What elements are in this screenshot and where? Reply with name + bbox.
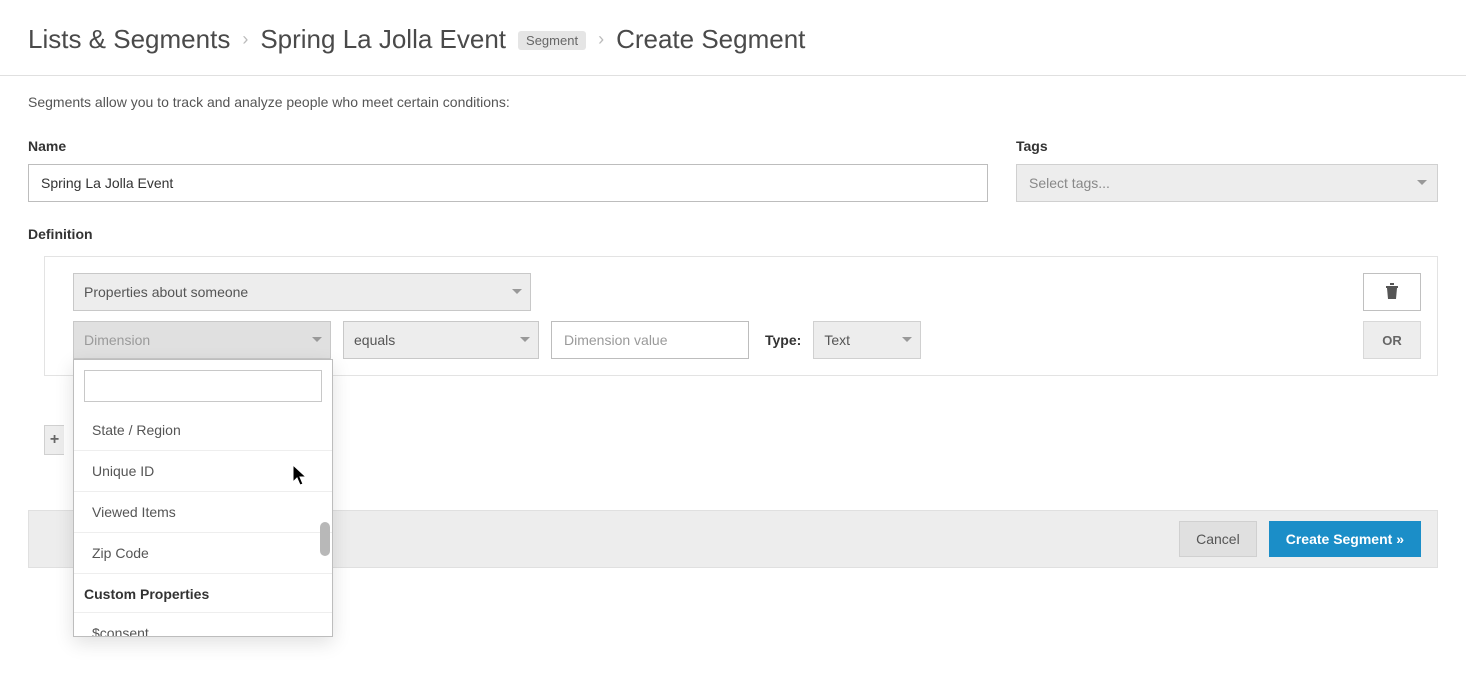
intro-text: Segments allow you to track and analyze … bbox=[28, 94, 1438, 110]
breadcrumb-current: Create Segment bbox=[616, 24, 805, 55]
dimension-search-input[interactable] bbox=[84, 370, 322, 402]
dimension-option-viewed-items[interactable]: Viewed Items bbox=[74, 492, 332, 533]
chevron-right-icon: › bbox=[242, 29, 248, 50]
caret-down-icon bbox=[902, 337, 912, 343]
create-segment-button[interactable]: Create Segment » bbox=[1269, 521, 1421, 557]
dimension-option-state-region[interactable]: State / Region bbox=[74, 410, 332, 451]
caret-down-icon bbox=[520, 337, 530, 343]
breadcrumb-segment-name[interactable]: Spring La Jolla Event bbox=[260, 24, 506, 55]
chevron-right-icon: › bbox=[598, 29, 604, 50]
dimension-group-custom-properties: Custom Properties bbox=[74, 574, 332, 613]
caret-down-icon bbox=[312, 337, 322, 343]
operator-value: equals bbox=[354, 332, 395, 348]
caret-down-icon bbox=[512, 289, 522, 295]
dimension-dropdown[interactable]: Dimension State / Region Unique ID Viewe… bbox=[73, 321, 331, 359]
breadcrumb: Lists & Segments › Spring La Jolla Event… bbox=[0, 0, 1466, 76]
trash-icon bbox=[1385, 283, 1399, 302]
definition-card: Properties about someone bbox=[44, 256, 1438, 376]
delete-condition-button[interactable] bbox=[1363, 273, 1421, 311]
plus-icon: + bbox=[50, 431, 59, 449]
dimension-value-input[interactable] bbox=[551, 321, 749, 359]
tags-select[interactable]: Select tags... bbox=[1016, 164, 1438, 202]
name-input[interactable] bbox=[28, 164, 988, 202]
add-condition-button[interactable]: + bbox=[44, 425, 64, 455]
type-label: Type: bbox=[765, 332, 801, 348]
condition-type-value: Properties about someone bbox=[84, 284, 248, 300]
dimension-option-zip-code[interactable]: Zip Code bbox=[74, 533, 332, 574]
dimension-option-consent[interactable]: $consent bbox=[74, 613, 332, 636]
or-button[interactable]: OR bbox=[1363, 321, 1421, 359]
definition-label: Definition bbox=[28, 226, 1438, 242]
condition-type-dropdown[interactable]: Properties about someone bbox=[73, 273, 531, 311]
type-value: Text bbox=[824, 332, 850, 348]
breadcrumb-lists-segments[interactable]: Lists & Segments bbox=[28, 24, 230, 55]
dimension-placeholder: Dimension bbox=[84, 332, 150, 348]
dimension-menu: State / Region Unique ID Viewed Items Zi… bbox=[73, 359, 333, 637]
type-select[interactable]: Text bbox=[813, 321, 921, 359]
dimension-list[interactable]: State / Region Unique ID Viewed Items Zi… bbox=[74, 410, 332, 636]
segment-badge: Segment bbox=[518, 31, 586, 50]
dimension-option-unique-id[interactable]: Unique ID bbox=[74, 451, 332, 492]
operator-dropdown[interactable]: equals bbox=[343, 321, 539, 359]
name-label: Name bbox=[28, 138, 988, 154]
caret-down-icon bbox=[1417, 180, 1427, 186]
tags-placeholder: Select tags... bbox=[1029, 175, 1110, 191]
scrollbar-thumb[interactable] bbox=[320, 522, 330, 556]
tags-label: Tags bbox=[1016, 138, 1438, 154]
cancel-button[interactable]: Cancel bbox=[1179, 521, 1257, 557]
